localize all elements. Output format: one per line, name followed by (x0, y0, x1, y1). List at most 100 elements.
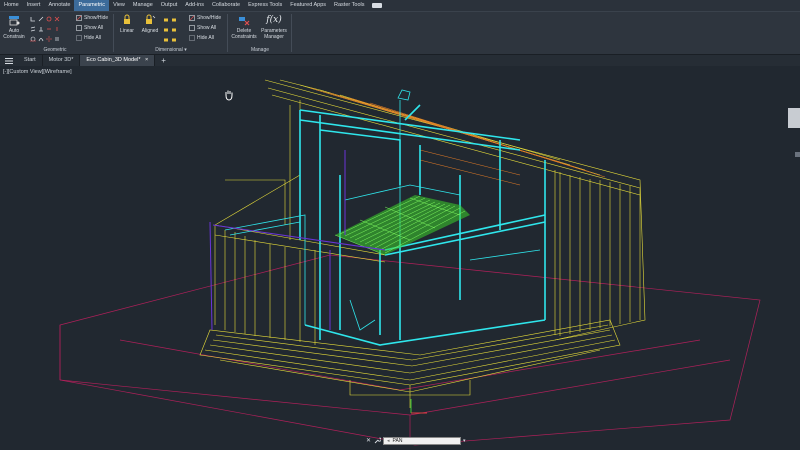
menu-icon[interactable] (0, 55, 18, 66)
convert-icon[interactable] (171, 26, 177, 32)
command-recent-icon: ◂ (387, 437, 390, 444)
delete-constraints-icon (239, 17, 250, 26)
file-tab-bar: Start Motor 3D* Eco Cabin_3D Model* × + (0, 55, 800, 66)
dimensional-panel-label[interactable]: Dimensional ▾ (115, 47, 227, 53)
diameter-lock-icon[interactable] (171, 16, 177, 22)
menu-annotate[interactable]: Annotate (44, 0, 74, 11)
manage-panel-label: Manage (250, 47, 270, 53)
linear-label: Linear (120, 28, 134, 34)
menu-express-tools[interactable]: Express Tools (244, 0, 286, 11)
panel-expand-icon: ▾ (184, 47, 187, 53)
new-tab-button[interactable]: + (155, 55, 172, 66)
perpendicular-icon[interactable] (38, 26, 44, 32)
menu-output[interactable]: Output (157, 0, 182, 11)
drawing-viewport[interactable]: [-][Custom View][Wireframe] (0, 67, 800, 450)
ucs-icon (410, 399, 427, 414)
wrench-icon[interactable] (374, 437, 382, 444)
show-all-icon (189, 25, 195, 31)
command-input[interactable]: ◂ PAN (383, 436, 462, 445)
geometric-panel: Auto Constrain Show/Hide Show All Hide A… (0, 12, 110, 54)
tab-eco-cabin-label: Eco Cabin_3D Model* (86, 57, 141, 63)
linear-button[interactable]: Linear (118, 14, 136, 34)
coincident-icon[interactable] (30, 16, 36, 22)
menu-collaborate[interactable]: Collaborate (208, 0, 244, 11)
parallel-icon[interactable] (30, 26, 36, 32)
annotational-icon[interactable] (171, 36, 177, 42)
tab-eco-cabin[interactable]: Eco Cabin_3D Model* × (80, 55, 156, 66)
hide-all-icon (189, 35, 195, 41)
geometric-panel-label[interactable]: Geometric (0, 47, 110, 53)
dimensional-hide-all-label: Hide All (197, 35, 214, 41)
linear-dimension-icon (124, 14, 130, 24)
concentric-icon[interactable] (46, 16, 52, 22)
equal-icon[interactable] (54, 36, 60, 42)
fix-icon[interactable] (54, 16, 60, 22)
hide-all-icon (76, 35, 82, 41)
geometric-hide-all-label: Hide All (84, 35, 101, 41)
geometric-show-all-label: Show All (84, 25, 104, 31)
tangent-icon[interactable] (30, 36, 36, 42)
menu-parametric[interactable]: Parametric (74, 0, 110, 11)
auto-constrain-icon (9, 16, 20, 26)
symmetric-icon[interactable] (46, 36, 52, 42)
show-hide-icon (76, 15, 82, 21)
menu-manage[interactable]: Manage (129, 0, 157, 11)
command-line[interactable]: ✕ ◂ PAN ▾ (366, 436, 476, 445)
dimensional-show-all-label: Show All (197, 25, 217, 31)
smooth-icon[interactable] (38, 36, 44, 42)
viewcube-icon[interactable] (788, 108, 800, 157)
dynamic-lock-icon[interactable] (163, 36, 169, 42)
auto-constrain-label: Auto Constrain (3, 28, 25, 40)
dimensional-show-hide-label: Show/Hide (197, 15, 222, 21)
dimensional-show-hide-button[interactable]: Show/Hide (189, 15, 221, 21)
dimensional-hide-all-button[interactable]: Hide All (189, 35, 214, 41)
menu-bar: Home Insert Annotate Parametric View Man… (0, 0, 800, 12)
manage-panel: Delete Constraints f(x) Parameters Manag… (229, 12, 291, 54)
close-tab-icon[interactable]: × (145, 57, 148, 63)
radius-lock-icon[interactable] (163, 16, 169, 22)
aligned-label: Aligned (141, 28, 159, 34)
dimensional-panel: Linear Aligned Show/Hide Show All Hide A… (115, 12, 227, 54)
show-hide-icon (189, 15, 195, 21)
pan-hand-cursor-icon (225, 90, 233, 101)
menu-overflow-icon[interactable] (372, 3, 383, 8)
geometric-show-hide-button[interactable]: Show/Hide (76, 15, 108, 21)
frame-details (224, 89, 541, 331)
horizontal-icon[interactable] (46, 26, 52, 32)
hamburger-icon (5, 57, 13, 64)
delete-constraints-button[interactable]: Delete Constraints (231, 14, 257, 40)
dimensional-label-text: Dimensional (155, 47, 183, 53)
menu-raster-tools[interactable]: Raster Tools (330, 0, 368, 11)
roof-rafters (309, 87, 606, 186)
geometric-show-hide-label: Show/Hide (84, 15, 109, 21)
wireframe-model (59, 79, 800, 446)
command-text: PAN (392, 437, 403, 444)
angular-lock-icon[interactable] (163, 26, 169, 32)
tab-start[interactable]: Start (18, 55, 43, 66)
tab-motor-3d[interactable]: Motor 3D* (43, 55, 81, 66)
command-dropdown-icon[interactable]: ▾ (463, 438, 466, 444)
panel-divider (227, 14, 228, 52)
menu-featured-apps[interactable]: Featured Apps (286, 0, 330, 11)
menu-view[interactable]: View (109, 0, 129, 11)
show-all-icon (76, 25, 82, 31)
geometric-hide-all-button[interactable]: Hide All (76, 35, 101, 41)
menu-insert[interactable]: Insert (23, 0, 45, 11)
close-command-icon[interactable]: ✕ (366, 437, 371, 444)
ribbon: Auto Constrain Show/Hide Show All Hide A… (0, 12, 800, 55)
vertical-icon[interactable] (54, 26, 60, 32)
menu-home[interactable]: Home (0, 0, 23, 11)
aligned-button[interactable]: Aligned (139, 14, 161, 34)
panel-divider (113, 14, 114, 52)
panel-divider (291, 14, 292, 52)
geometric-show-all-button[interactable]: Show All (76, 25, 103, 31)
parameters-manager-button[interactable]: f(x) Parameters Manager (259, 14, 289, 40)
aligned-dimension-icon (146, 14, 156, 24)
parameters-manager-label: Parameters Manager (261, 28, 287, 40)
fx-icon: f(x) (266, 15, 282, 25)
dimensional-show-all-button[interactable]: Show All (189, 25, 216, 31)
site-boundary (59, 254, 761, 446)
menu-add-ins[interactable]: Add-ins (181, 0, 208, 11)
auto-constrain-button[interactable]: Auto Constrain (2, 14, 26, 40)
collinear-icon[interactable] (38, 16, 44, 22)
